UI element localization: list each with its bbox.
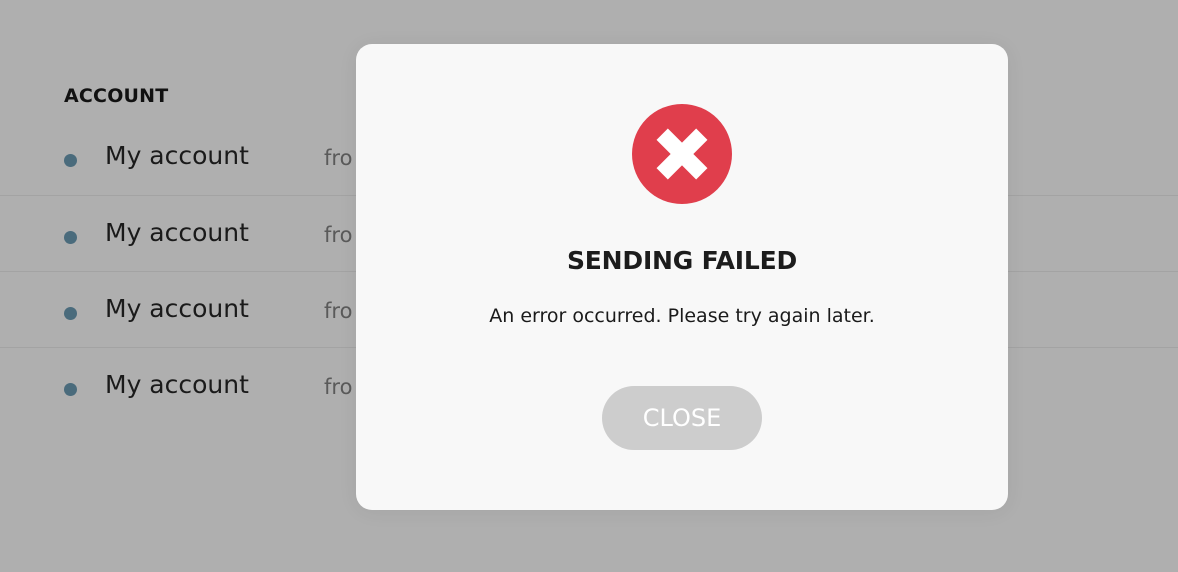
account-name: My account bbox=[105, 218, 249, 247]
account-from-text: fro bbox=[324, 375, 353, 399]
status-dot-icon bbox=[64, 231, 77, 244]
error-x-icon bbox=[632, 104, 732, 204]
account-name: My account bbox=[105, 141, 249, 170]
account-from-text: fro bbox=[324, 299, 353, 323]
section-heading: ACCOUNT bbox=[64, 85, 169, 107]
account-from-text: fro bbox=[324, 146, 353, 170]
status-dot-icon bbox=[64, 154, 77, 167]
dialog-title: SENDING FAILED bbox=[566, 246, 798, 275]
error-dialog: SENDING FAILED An error occurred. Please… bbox=[356, 44, 1008, 510]
status-dot-icon bbox=[64, 307, 77, 320]
account-name: My account bbox=[105, 370, 249, 399]
close-button[interactable]: CLOSE bbox=[602, 386, 762, 450]
x-mark-icon bbox=[656, 128, 708, 180]
account-name: My account bbox=[105, 294, 249, 323]
dialog-message: An error occurred. Please try again late… bbox=[489, 305, 875, 327]
account-from-text: fro bbox=[324, 223, 353, 247]
status-dot-icon bbox=[64, 383, 77, 396]
